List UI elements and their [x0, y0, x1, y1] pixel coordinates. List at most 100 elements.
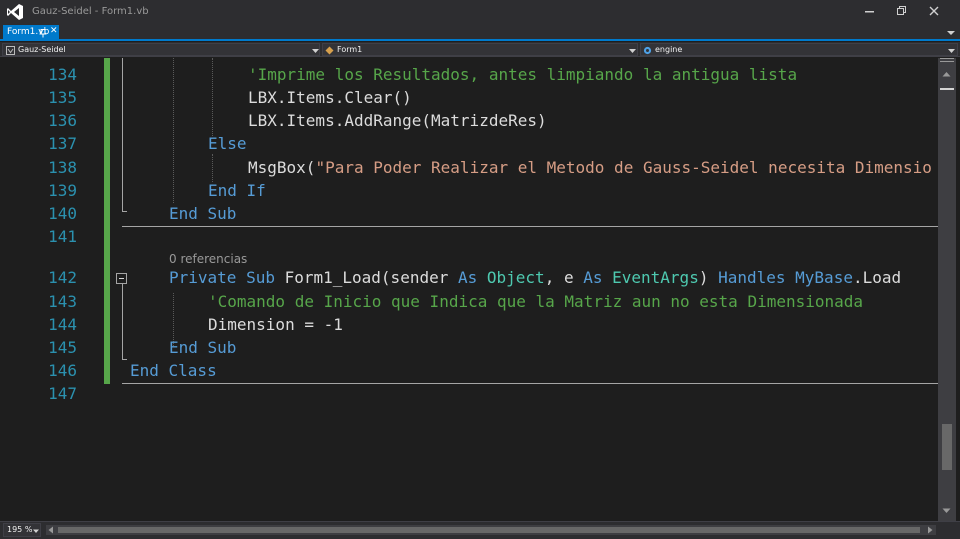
line-number: 136 — [48, 111, 77, 130]
code-token-kw: End If — [208, 181, 266, 200]
editor-bottom-bar: 195 % — [0, 521, 960, 539]
indent-guide — [173, 58, 174, 203]
code-token-pl: MsgBox( — [248, 158, 316, 177]
chevron-down-icon — [312, 49, 319, 53]
code-token-kw: As — [457, 268, 487, 287]
line-number: 145 — [48, 338, 77, 357]
line-number: 138 — [48, 158, 77, 177]
chevron-down-icon — [629, 49, 636, 53]
code-token-kw: As — [583, 268, 613, 287]
pin-icon[interactable] — [39, 29, 47, 38]
vb-project-icon — [6, 46, 15, 55]
title-bar: Gauz-Seidel - Form1.vb — [0, 0, 960, 25]
code-token-kw: End Sub — [169, 204, 237, 223]
project-name: Gauz-Seidel — [18, 45, 66, 54]
member-dropdown[interactable]: engine — [640, 43, 958, 56]
code-line[interactable]: 'Comando de Inicio que Indica que la Mat… — [208, 292, 863, 311]
code-line[interactable]: Dimension = -1 — [208, 315, 343, 334]
code-line[interactable]: Private Sub Form1_Load(sender As Object,… — [169, 268, 901, 287]
code-line[interactable]: MsgBox("Para Poder Realizar el Metodo de… — [248, 158, 932, 177]
collapse-toggle-icon[interactable] — [116, 273, 127, 284]
horizontal-scrollbar[interactable] — [46, 525, 936, 535]
editor-split-handle[interactable] — [940, 58, 954, 62]
tab-close-icon[interactable]: ✕ — [50, 26, 58, 36]
code-token-pl: .Load — [852, 268, 902, 287]
code-token-pl: ) — [698, 268, 719, 287]
line-number: 139 — [48, 181, 77, 200]
code-token-pl: Form1_Load(sender — [284, 268, 458, 287]
code-line[interactable]: End Sub — [169, 338, 236, 357]
scroll-left-icon[interactable] — [47, 526, 55, 534]
minimize-button[interactable] — [856, 2, 884, 20]
close-button[interactable] — [920, 2, 948, 20]
code-token-ty: Object — [486, 268, 545, 287]
class-end-line — [122, 383, 938, 384]
scroll-down-icon[interactable] — [942, 506, 951, 515]
class-icon — [325, 46, 334, 55]
line-number: 135 — [48, 88, 77, 107]
member-name: engine — [655, 45, 683, 54]
line-number: 141 — [48, 227, 77, 246]
scroll-up-icon[interactable] — [942, 70, 951, 79]
code-line[interactable]: 'Imprime los Resultados, antes limpiando… — [248, 65, 797, 84]
project-dropdown[interactable]: Gauz-Seidel — [2, 43, 320, 56]
method-separator — [122, 226, 938, 227]
class-name: Form1 — [337, 45, 363, 54]
codelens-references[interactable]: 0 referencias — [169, 252, 247, 266]
outline-line — [122, 359, 127, 360]
line-number: 140 — [48, 204, 77, 223]
restore-button[interactable] — [888, 2, 916, 20]
code-editor[interactable]: 134 135 136 137 138 139 140 141 142 143 … — [0, 58, 938, 521]
line-number: 142 — [48, 268, 77, 287]
code-token-kw: End Class — [130, 361, 217, 380]
code-line[interactable]: LBX.Items.Clear() — [248, 88, 412, 107]
chevron-down-icon — [33, 529, 39, 533]
code-token-cm: 'Comando de Inicio que Indica que la Mat… — [208, 292, 864, 311]
tab-form1-vb[interactable]: Form1.vb ✕ — [3, 25, 59, 41]
change-tracking-bar — [104, 58, 110, 384]
minimize-icon — [865, 11, 874, 13]
restore-icon — [897, 6, 906, 15]
outline-line — [122, 58, 123, 211]
code-token-ty: EventArgs — [612, 268, 699, 287]
code-token-st: "Para Poder Realizar el Metodo de Gauss-… — [315, 158, 932, 177]
code-line[interactable]: End Class — [130, 361, 217, 380]
code-line[interactable]: End If — [208, 181, 266, 200]
zoom-dropdown[interactable]: 195 % — [3, 523, 41, 537]
scroll-right-icon[interactable] — [926, 526, 934, 534]
field-icon — [643, 46, 652, 55]
code-token-kw: Else — [208, 134, 247, 153]
code-line[interactable]: Else — [208, 134, 247, 153]
visual-studio-logo-icon — [7, 4, 23, 20]
vertical-scrollbar[interactable] — [938, 58, 956, 521]
zoom-level: 195 % — [7, 525, 33, 534]
vertical-scroll-thumb[interactable] — [942, 424, 952, 470]
code-line[interactable]: LBX.Items.AddRange(MatrizdeRes) — [248, 111, 547, 130]
code-token-kw: Private Sub — [169, 268, 285, 287]
indent-guide — [212, 58, 213, 136]
line-number: 144 — [48, 315, 77, 334]
tab-overflow-dropdown-icon[interactable] — [946, 28, 956, 38]
outline-line — [122, 278, 123, 359]
line-number: 134 — [48, 65, 77, 84]
line-number: 147 — [48, 384, 77, 403]
class-dropdown[interactable]: Form1 — [322, 43, 638, 56]
document-tab-strip: Form1.vb ✕ — [0, 25, 960, 41]
indent-guide — [212, 154, 213, 182]
outline-line — [122, 211, 127, 212]
code-token-pl: , e — [544, 268, 584, 287]
line-number: 137 — [48, 134, 77, 153]
close-icon — [929, 6, 939, 16]
code-token-kw: End Sub — [169, 338, 237, 357]
line-number: 143 — [48, 292, 77, 311]
code-line[interactable]: End Sub — [169, 204, 236, 223]
code-token-pl: LBX.Items.Clear() — [248, 88, 412, 107]
code-token-pl: Dimension = -1 — [208, 315, 343, 334]
horizontal-scroll-thumb[interactable] — [58, 527, 920, 533]
chevron-down-icon — [948, 49, 955, 53]
scroll-position-marker — [940, 88, 954, 90]
line-number: 146 — [48, 361, 77, 380]
window-title: Gauz-Seidel - Form1.vb — [32, 6, 149, 17]
code-token-kw: Handles MyBase — [718, 268, 853, 287]
navigation-bar: Gauz-Seidel Form1 engine — [0, 42, 960, 57]
